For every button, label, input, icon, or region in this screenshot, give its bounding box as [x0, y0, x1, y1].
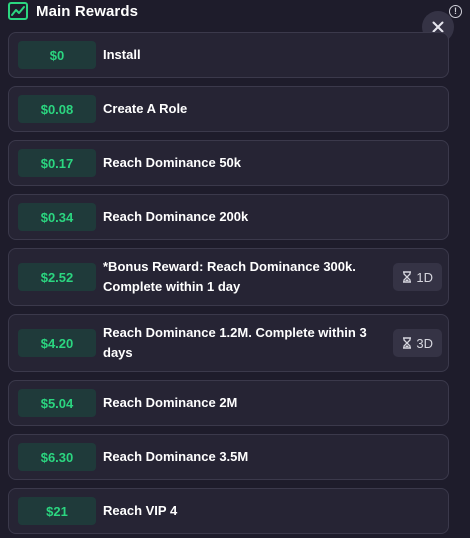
reward-label: Create A Role: [103, 101, 188, 116]
info-icon[interactable]: !: [449, 5, 462, 18]
reward-amount: $6.30: [18, 443, 96, 471]
time-limit-text: 3D: [416, 335, 433, 351]
time-limit-badge: 3D: [393, 329, 442, 357]
reward-label-line: Reach Dominance 1.2M. Complete within 3: [103, 325, 367, 340]
reward-label: *Bonus Reward: Reach Dominance 300k. Com…: [103, 257, 356, 297]
reward-row[interactable]: $5.04 Reach Dominance 2M: [8, 380, 449, 426]
reward-label: Reach Dominance 50k: [103, 155, 242, 170]
reward-row[interactable]: $2.52 *Bonus Reward: Reach Dominance 300…: [8, 248, 449, 306]
reward-amount: $0: [18, 41, 96, 69]
hourglass-icon: [403, 337, 412, 349]
reward-row[interactable]: $0.08 Create A Role: [8, 86, 449, 132]
reward-row[interactable]: $0.34 Reach Dominance 200k: [8, 194, 449, 240]
hourglass-icon: [403, 271, 412, 283]
reward-label-line: days: [103, 345, 133, 360]
reward-amount: $0.17: [18, 149, 96, 177]
chart-icon: [8, 2, 28, 20]
reward-row[interactable]: $4.20 Reach Dominance 1.2M. Complete wit…: [8, 314, 449, 372]
reward-amount: $5.04: [18, 389, 96, 417]
reward-row[interactable]: $0.17 Reach Dominance 50k: [8, 140, 449, 186]
reward-label: Reach Dominance 1.2M. Complete within 3 …: [103, 323, 367, 363]
reward-amount: $21: [18, 497, 96, 525]
reward-amount: $0.34: [18, 203, 96, 231]
reward-amount: $4.20: [18, 329, 96, 357]
reward-label: Reach Dominance 3.5M: [103, 449, 249, 464]
reward-row[interactable]: $21 Reach VIP 4: [8, 488, 449, 534]
time-limit-text: 1D: [416, 269, 433, 285]
reward-label-line: Complete within 1 day: [103, 279, 241, 294]
panel-title: Main Rewards: [36, 2, 139, 20]
reward-row[interactable]: $0 Install: [8, 32, 449, 78]
reward-label: Reach Dominance 200k: [103, 209, 249, 224]
reward-label: Reach VIP 4: [103, 503, 178, 518]
reward-row[interactable]: $6.30 Reach Dominance 3.5M: [8, 434, 449, 480]
reward-label: Install: [103, 47, 141, 62]
reward-label-line: *Bonus Reward: Reach Dominance 300k.: [103, 259, 356, 274]
time-limit-badge: 1D: [393, 263, 442, 291]
reward-amount: $0.08: [18, 95, 96, 123]
reward-label: Reach Dominance 2M: [103, 395, 238, 410]
reward-amount: $2.52: [18, 263, 96, 291]
panel-header: Main Rewards: [8, 0, 138, 22]
rewards-panel: Main Rewards ! $0 Install $0.08 Create A…: [0, 0, 470, 538]
